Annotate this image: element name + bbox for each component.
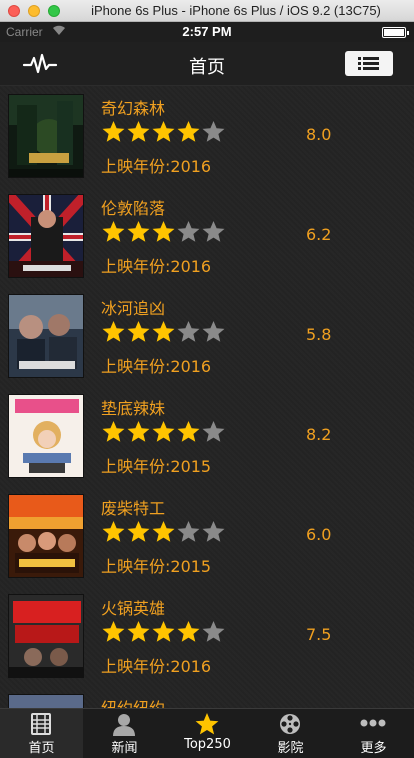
movie-year: 上映年份:2016 [101,357,212,376]
star-rating [101,120,226,146]
movie-score: 5.8 [306,325,332,344]
star-filled-icon [102,321,125,342]
movie-score: 6.2 [306,225,332,244]
star-filled-icon [127,421,150,442]
movie-poster [8,294,84,378]
star-empty-icon [202,321,225,342]
list-icon [358,57,379,70]
simulator-titlebar: iPhone 6s Plus - iPhone 6s Plus / iOS 9.… [0,0,414,22]
minimize-window-button[interactable] [28,5,40,17]
movie-row[interactable]: 纽约纽约 [0,686,414,708]
star-filled-icon [152,521,175,542]
film-reel-icon [277,712,303,736]
movie-title: 垫底辣妹 [101,399,166,418]
tab-more[interactable]: 更多 [332,709,414,758]
star-empty-icon [202,121,225,142]
tab-label: 首页 [28,741,55,756]
star-filled-icon [127,321,150,342]
close-window-button[interactable] [8,5,20,17]
star-empty-icon [177,221,200,242]
movie-title: 火锅英雄 [101,599,166,618]
star-icon [194,712,220,736]
star-empty-icon [177,521,200,542]
movie-year: 上映年份:2015 [101,557,212,576]
star-rating [101,520,226,546]
star-filled-icon [102,621,125,642]
movie-row[interactable]: 垫底辣妹 8.2 上映年份:2015 [0,386,414,486]
tab-label: Top250 [184,737,231,752]
star-empty-icon [177,321,200,342]
movie-poster [8,394,84,478]
tab-cinema[interactable]: 影院 [249,709,332,758]
battery-level [384,29,404,36]
star-filled-icon [177,421,200,442]
star-filled-icon [102,121,125,142]
tab-home[interactable]: 首页 [0,709,83,758]
movie-year: 上映年份:2015 [101,457,212,476]
star-filled-icon [152,421,175,442]
star-empty-icon [202,221,225,242]
movie-year: 上映年份:2016 [101,157,212,176]
film-icon [28,712,54,736]
movie-poster [8,594,84,678]
star-filled-icon [127,221,150,242]
tab-label: 新闻 [111,741,138,756]
star-empty-icon [202,521,225,542]
star-rating [101,420,226,446]
movie-poster [8,694,84,708]
more-icon [360,712,386,736]
movie-row[interactable]: 废柴特工 6.0 上映年份:2015 [0,486,414,586]
movie-year: 上映年份:2016 [101,257,212,276]
battery-icon [382,27,409,38]
star-rating [101,220,226,246]
tab-top250[interactable]: Top250 [166,709,249,758]
navigation-bar: 首页 [0,42,414,86]
user-icon [111,712,137,736]
list-menu-button[interactable] [345,51,393,76]
movie-title: 纽约纽约 [101,695,165,708]
movie-row[interactable]: 伦敦陷落 6.2 上映年份:2016 [0,186,414,286]
star-filled-icon [152,621,175,642]
movie-title: 冰河追凶 [101,299,166,318]
star-filled-icon [152,221,175,242]
movie-poster [8,194,84,278]
star-empty-icon [202,621,225,642]
star-filled-icon [152,321,175,342]
star-filled-icon [102,521,125,542]
star-filled-icon [102,421,125,442]
star-filled-icon [127,521,150,542]
movie-score: 7.5 [306,625,332,644]
star-empty-icon [202,421,225,442]
star-filled-icon [127,621,150,642]
movie-row[interactable]: 火锅英雄 7.5 上映年份:2016 [0,586,414,686]
star-rating [101,620,226,646]
window-title: iPhone 6s Plus - iPhone 6s Plus / iOS 9.… [91,3,381,18]
movie-title: 伦敦陷落 [101,199,166,218]
movie-score: 6.0 [306,525,332,544]
movie-score: 8.2 [306,425,332,444]
status-time: 2:57 PM [182,24,232,39]
star-rating [101,320,226,346]
star-filled-icon [102,221,125,242]
star-filled-icon [127,121,150,142]
movie-title: 废柴特工 [101,499,166,518]
tab-label: 影院 [277,741,304,756]
movie-poster [8,94,84,178]
star-filled-icon [177,121,200,142]
movie-title: 奇幻森林 [101,99,166,118]
tab-bar: 首页 新闻 Top250 影院 更多 [0,708,414,758]
movie-row[interactable]: 冰河追凶 5.8 上映年份:2016 [0,286,414,386]
star-filled-icon [152,121,175,142]
movie-poster [8,494,84,578]
tab-news[interactable]: 新闻 [83,709,166,758]
movie-score: 8.0 [306,125,332,144]
movie-list[interactable]: 奇幻森林 8.0 上映年份:2016 伦敦陷落 6.2 上映年份:2016 冰河… [0,86,414,708]
status-bar: Carrier 2:57 PM [0,22,414,42]
tab-label: 更多 [360,741,387,756]
star-filled-icon [177,621,200,642]
zoom-window-button[interactable] [48,5,60,17]
movie-row[interactable]: 奇幻森林 8.0 上映年份:2016 [0,86,414,186]
movie-year: 上映年份:2016 [101,657,212,676]
